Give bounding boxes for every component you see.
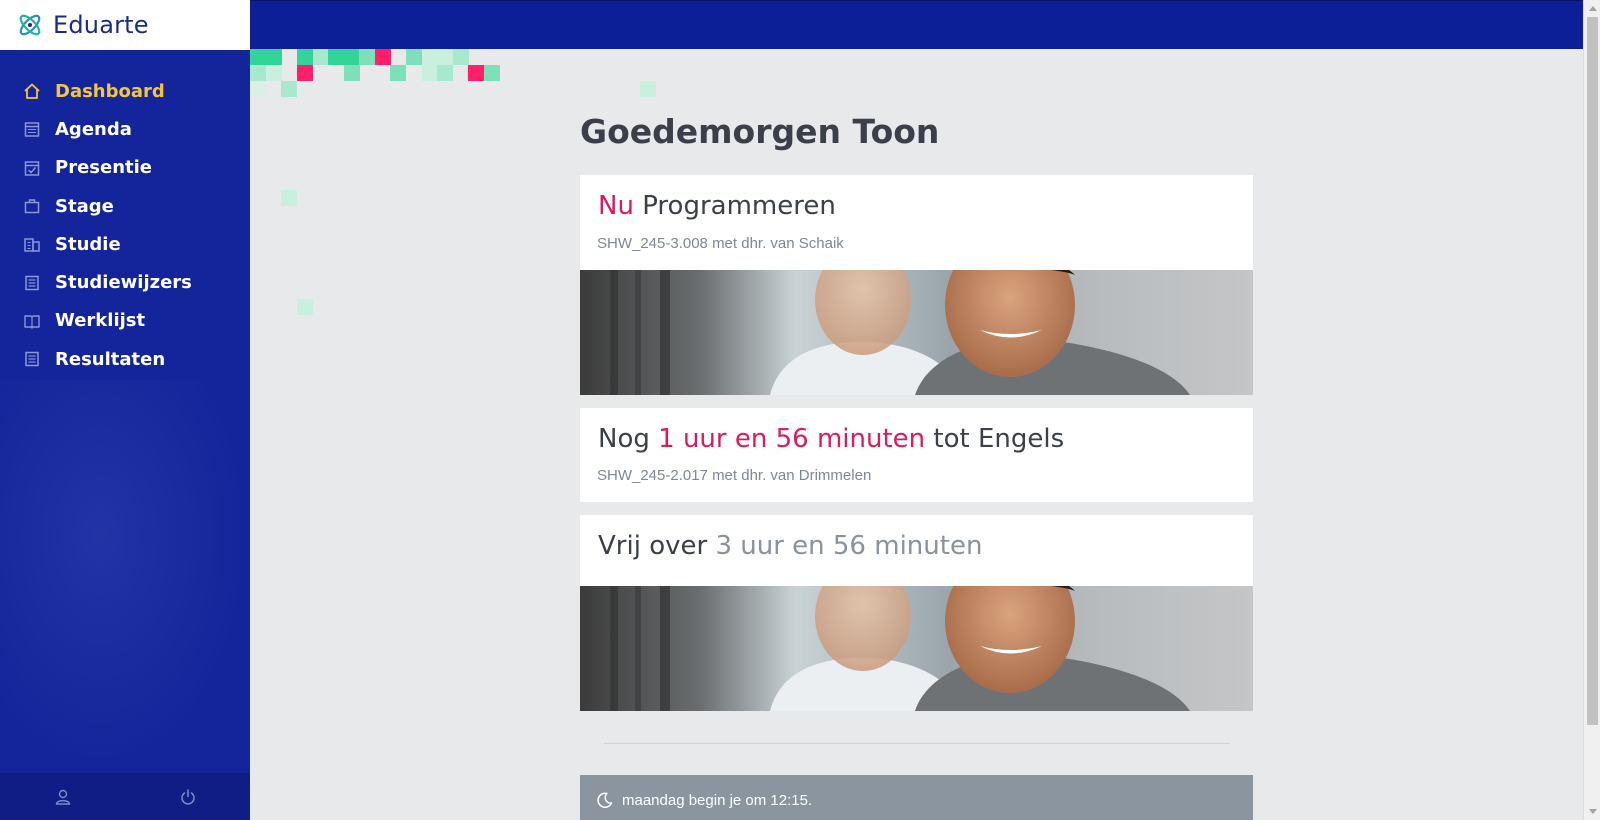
sidebar-item-dashboard[interactable]: Dashboard [0,72,250,110]
scroll-down-arrow-icon[interactable] [1584,803,1600,820]
book-icon [23,312,41,330]
free-prefix: Vrij over [598,531,708,561]
sidebar-item-label: Resultaten [55,348,166,370]
free-duration: 3 uur en 56 minuten [715,531,983,561]
logout-button[interactable] [125,773,250,820]
sidebar-item-resultaten[interactable]: Resultaten [0,340,250,378]
sidebar-item-label: Stage [55,195,114,217]
next-lesson-card[interactable]: Nog 1 uur en 56 minuten tot Engels SHW_2… [580,408,1253,502]
logo[interactable]: Eduarte [0,0,250,50]
notice-text: maandag begin je om 12:15. [622,791,813,809]
sidebar-item-stage[interactable]: Stage [0,187,250,225]
scroll-up-arrow-icon[interactable] [1584,0,1600,17]
app-name: Eduarte [53,11,149,39]
lesson-subject: Programmeren [642,191,836,221]
top-bar [250,0,1583,49]
sidebar-item-label: Agenda [55,118,132,140]
briefcase-icon [23,197,41,215]
free-time-card[interactable]: Vrij over 3 uur en 56 minuten [580,515,1253,711]
page-title: Goedemorgen Toon [580,112,940,151]
now-label: Nu [598,191,634,221]
sidebar-nav: Dashboard Agenda Presentie Stage Studie [0,72,250,378]
eduarte-logo-icon [19,14,41,36]
current-lesson-title: Nu Programmeren [598,191,836,221]
home-icon [23,82,41,100]
countdown: 1 uur en 56 minuten [658,424,926,454]
sidebar-footer [0,773,250,820]
sidebar-item-label: Dashboard [55,80,165,102]
sidebar-item-label: Studiewijzers [55,272,192,294]
sidebar-item-agenda[interactable]: Agenda [0,110,250,148]
sidebar-item-studiewijzers[interactable]: Studiewijzers [0,263,250,301]
next-prefix: Nog [598,424,650,454]
lesson-location: SHW_245-2.017 met dhr. van Drimmelen [597,467,872,484]
next-lesson-title: Nog 1 uur en 56 minuten tot Engels [598,424,1064,454]
building-icon [23,235,41,253]
user-icon [55,789,70,805]
next-subject: tot Engels [933,424,1065,454]
sidebar-item-label: Studie [55,233,121,255]
free-time-photo [580,586,1253,711]
power-icon [180,788,195,805]
free-time-title: Vrij over 3 uur en 56 minuten [598,531,982,561]
sidebar-item-label: Presentie [55,157,152,179]
list-icon [23,350,41,368]
schedule-notice: maandag begin je om 12:15. [580,775,1253,820]
scroll-thumb[interactable] [1587,17,1598,725]
scrollbar[interactable] [1583,0,1600,820]
current-lesson-card[interactable]: Nu Programmeren SHW_245-3.008 met dhr. v… [580,175,1253,395]
sidebar-item-presentie[interactable]: Presentie [0,149,250,187]
sidebar-item-werklijst[interactable]: Werklijst [0,302,250,340]
lesson-location: SHW_245-3.008 met dhr. van Schaik [597,235,844,252]
sidebar-item-label: Werklijst [55,310,146,332]
list-icon [23,274,41,292]
moon-icon [597,792,613,808]
sidebar-item-studie[interactable]: Studie [0,225,250,263]
calendar-icon [23,120,41,138]
calendar-check-icon [23,159,41,177]
sidebar: Eduarte Dashboard Agenda Presentie Stage [0,0,250,820]
profile-button[interactable] [0,773,125,820]
divider [604,743,1230,744]
sidebar-background [0,380,250,770]
lesson-photo [580,270,1253,395]
